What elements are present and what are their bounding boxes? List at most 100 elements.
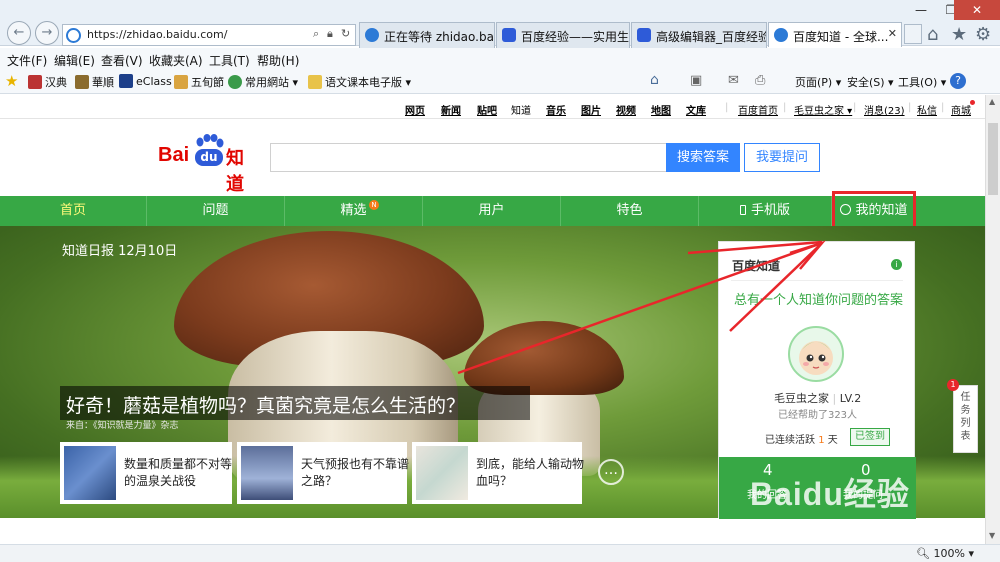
baidu-paw-icon <box>637 28 651 42</box>
rss-icon[interactable]: ▣ <box>690 73 702 88</box>
tab-label: 百度经验——实用生... <box>521 30 630 44</box>
nav-questions[interactable]: 问题 <box>147 196 285 226</box>
vertical-scrollbar[interactable]: ▲ ▼ <box>985 95 1000 544</box>
fav-pentecost[interactable]: 五旬節 <box>174 74 224 90</box>
nav-mobile[interactable]: 手机版 <box>699 196 832 226</box>
browser-titlebar: ← → https://zhidao.baidu.com/ ⌕ 🔒︎ ↻ 正在等… <box>0 0 1000 48</box>
daily-card[interactable]: 到底，能给人输动物血吗？ <box>412 442 584 504</box>
topnav-link-news[interactable]: 新闻 <box>441 102 461 117</box>
menu-edit[interactable]: 编辑(E) <box>54 52 95 69</box>
page-menu[interactable]: 页面(P) ▾ <box>795 74 841 90</box>
user-level: LV.2 <box>839 392 862 405</box>
hero-headline[interactable]: 好奇！蘑菇是植物吗？真菌究竟是怎么生活的？ <box>66 391 465 418</box>
fav-textbook[interactable]: 语文课本电子版 ▾ <box>308 74 411 90</box>
nav-home[interactable]: 首页 <box>0 196 147 226</box>
scroll-thumb[interactable] <box>988 123 998 195</box>
topnav-link-wenku[interactable]: 文库 <box>686 102 706 117</box>
fav-handian[interactable]: 汉典 <box>28 74 67 90</box>
web-page: 网页 新闻 贴吧 知道 音乐 图片 视频 地图 文库 | 百度首页 | 毛豆虫之… <box>0 95 985 544</box>
nav-featured[interactable]: 精选 <box>285 196 423 226</box>
home-icon[interactable]: ⌂ <box>650 72 659 88</box>
task-list-button[interactable]: 1 任务列表 <box>947 379 978 453</box>
topnav-messages[interactable]: 消息(23) <box>864 102 905 117</box>
ask-question-button[interactable]: 我要提问 <box>744 143 820 172</box>
panel-username-row: 毛豆虫之家 | LV.2 <box>774 390 861 406</box>
scroll-down-icon[interactable]: ▼ <box>989 531 995 540</box>
tools-menu[interactable]: 工具(O) ▾ <box>898 74 946 90</box>
signed-in-button[interactable]: 已签到 <box>850 428 890 446</box>
favorites-star-icon[interactable]: ★ <box>951 24 967 45</box>
menu-tools[interactable]: 工具(T) <box>209 52 250 69</box>
divider: | <box>941 102 945 113</box>
tab-3[interactable]: 百度知道 - 全球... ✕ <box>768 22 902 47</box>
topnav-username[interactable]: 毛豆虫之家 ▾ <box>794 102 852 117</box>
ie-icon <box>66 28 81 43</box>
daily-card[interactable]: 数量和质量都不对等的温泉关战役 <box>60 442 232 504</box>
map-thumbnail <box>64 446 116 500</box>
task-list-label: 任务列表 <box>960 392 971 442</box>
more-icon[interactable]: … <box>598 459 624 485</box>
search-input[interactable] <box>270 143 666 172</box>
zoom-level[interactable]: 🔍︎ 100% ▾ <box>916 547 974 560</box>
info-icon[interactable]: i <box>891 259 902 270</box>
topnav-private-msg[interactable]: 私信 <box>917 102 937 117</box>
topnav-link-video[interactable]: 视频 <box>616 102 636 117</box>
card-text: 数量和质量都不对等的温泉关战役 <box>124 457 233 488</box>
watermark-main-text: Baidu经验 <box>750 476 910 512</box>
settings-gear-icon[interactable]: ⚙ <box>975 24 991 45</box>
new-tab-button[interactable] <box>904 24 922 44</box>
divider: | <box>908 102 912 113</box>
topnav-link-map[interactable]: 地图 <box>651 102 671 117</box>
address-bar[interactable]: https://zhidao.baidu.com/ ⌕ 🔒︎ ↻ <box>62 24 356 46</box>
refresh-icon[interactable]: ↻ <box>341 27 350 40</box>
panel-username[interactable]: 毛豆虫之家 <box>774 392 829 405</box>
home-icon[interactable]: ⌂ <box>927 24 938 45</box>
lightning-thumbnail <box>241 446 293 500</box>
topnav-baidu-home[interactable]: 百度首页 <box>738 102 778 117</box>
minimize-icon[interactable]: — <box>906 0 936 20</box>
tab-2[interactable]: 高级编辑器_百度经验 <box>631 22 767 48</box>
avatar[interactable] <box>788 326 844 382</box>
menu-help[interactable]: 帮助(H) <box>257 52 299 69</box>
search-icon[interactable]: ⌕ <box>313 27 319 41</box>
nav-special[interactable]: 特色 <box>561 196 699 226</box>
divider: | <box>832 392 840 405</box>
address-url[interactable]: https://zhidao.baidu.com/ <box>87 28 227 41</box>
search-answer-button[interactable]: 搜索答案 <box>666 143 740 172</box>
favorites-star-icon[interactable]: ★ <box>5 72 18 90</box>
topnav-link-web[interactable]: 网页 <box>405 102 425 117</box>
folder-icon <box>308 75 322 89</box>
fav-eclass[interactable]: eClass <box>119 74 172 88</box>
tab-label: 百度知道 - 全球... <box>793 30 889 44</box>
tab-0[interactable]: 正在等待 zhidao.ba... <box>359 22 495 48</box>
topnav-link-images[interactable]: 图片 <box>581 102 601 117</box>
lock-icon[interactable]: 🔒︎ <box>327 27 333 41</box>
topnav-link-tieba[interactable]: 贴吧 <box>477 102 497 117</box>
baby-avatar-icon <box>799 341 833 375</box>
fav-huashun[interactable]: 華順 <box>75 74 114 90</box>
back-icon[interactable]: ← <box>7 21 31 45</box>
card-text: 到底，能给人输动物血吗？ <box>476 457 585 488</box>
mail-icon[interactable]: ✉ <box>728 73 739 88</box>
topnav-link-music[interactable]: 音乐 <box>546 102 566 117</box>
close-window-icon[interactable]: ✕ <box>954 0 1000 20</box>
menu-file[interactable]: 文件(F) <box>7 52 47 69</box>
print-icon[interactable]: ⎙ <box>755 73 765 88</box>
favorites-bar: ★ 汉典 華順 eClass 五旬節 常用網站 ▾ 语文课本电子版 ▾ ⌂ ▣ … <box>0 70 1000 94</box>
help-icon[interactable]: ? <box>950 73 966 89</box>
topnav-mall[interactable]: 商城 <box>951 102 971 117</box>
fav-label: 常用網站 ▾ <box>245 76 299 89</box>
scroll-up-icon[interactable]: ▲ <box>989 97 995 106</box>
menu-favorites[interactable]: 收藏夹(A) <box>149 52 203 69</box>
nav-users[interactable]: 用户 <box>423 196 561 226</box>
tab-label: 正在等待 zhidao.ba... <box>384 30 495 44</box>
close-tab-icon[interactable]: ✕ <box>888 27 897 40</box>
fav-common-sites[interactable]: 常用網站 ▾ <box>228 74 298 90</box>
menu-view[interactable]: 查看(V) <box>101 52 143 69</box>
tab-1[interactable]: 百度经验——实用生... <box>496 22 630 48</box>
forward-icon[interactable]: → <box>35 21 59 45</box>
logo-du-text: du <box>195 149 223 166</box>
daily-card[interactable]: 天气预报也有不靠谱之路？ <box>237 442 409 504</box>
safety-menu[interactable]: 安全(S) ▾ <box>847 74 894 90</box>
topnav-link-zhidao[interactable]: 知道 <box>511 102 531 117</box>
